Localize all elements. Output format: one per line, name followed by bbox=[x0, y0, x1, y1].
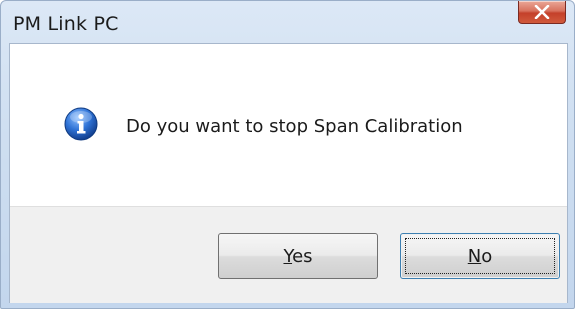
info-icon bbox=[64, 107, 98, 141]
message-dialog-window: PM Link PC Do you want to stop Span Cali… bbox=[0, 0, 575, 309]
no-button-label-rest: o bbox=[481, 246, 493, 267]
no-button-mnemonic: N bbox=[467, 246, 482, 267]
dialog-client-area: Do you want to stop Span Calibration Yes… bbox=[9, 43, 568, 303]
yes-button[interactable]: Yes bbox=[218, 233, 378, 279]
window-title: PM Link PC bbox=[13, 13, 119, 35]
close-button[interactable] bbox=[518, 1, 566, 24]
button-area: Yes No bbox=[10, 206, 567, 303]
message-area: Do you want to stop Span Calibration bbox=[10, 44, 567, 206]
close-icon bbox=[534, 5, 550, 19]
no-button[interactable]: No bbox=[400, 233, 560, 279]
yes-button-mnemonic: Y bbox=[283, 246, 293, 267]
title-bar[interactable]: PM Link PC bbox=[1, 1, 574, 43]
yes-button-label-rest: es bbox=[292, 246, 313, 267]
dialog-message: Do you want to stop Span Calibration bbox=[126, 116, 463, 137]
